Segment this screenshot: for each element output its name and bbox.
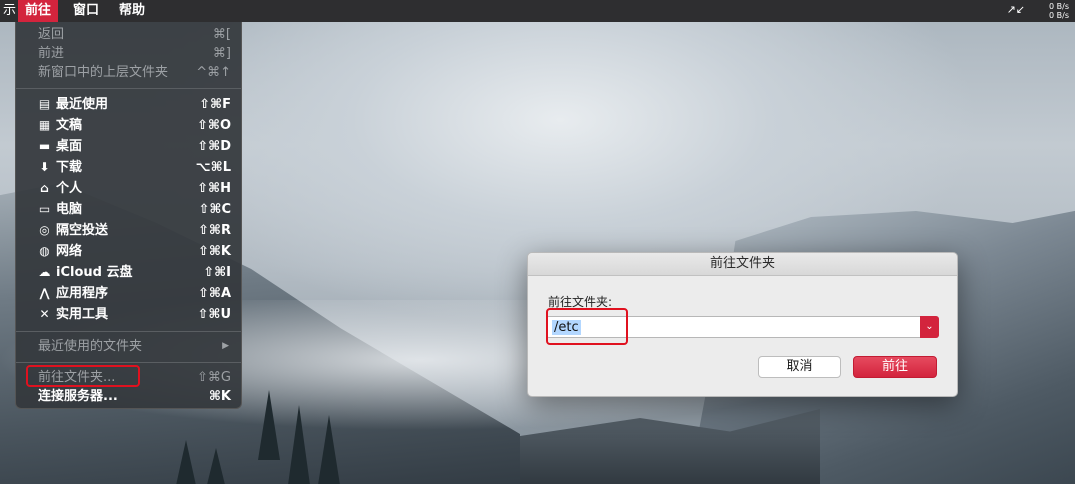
- menu-item-label: 前进: [38, 46, 65, 61]
- tree: [258, 390, 280, 460]
- menu-item-label: 最近使用: [56, 97, 109, 112]
- menu-bar: 示 前往 窗口 帮助 ↗↙ 0 B/s 0 B/s: [0, 0, 1075, 22]
- menu-item-icloud[interactable]: ☁ iCloud 云盘 ⇧⌘I: [16, 262, 241, 283]
- menu-item-shortcut: ⇧⌘F: [199, 97, 231, 112]
- menu-item-shortcut: ⌘K: [208, 389, 231, 404]
- menu-item-shortcut: ⇧⌘A: [197, 286, 231, 301]
- airdrop-icon: ◎: [39, 223, 50, 237]
- menu-item-shortcut: ⌘]: [212, 46, 231, 61]
- menu-item-desktop[interactable]: ▬ 桌面 ⇧⌘D: [16, 136, 241, 157]
- net-download-speed: 0 B/s: [1049, 11, 1069, 20]
- highlight-box-go-to-folder: [26, 365, 140, 387]
- menu-item-computer[interactable]: ▭ 电脑 ⇧⌘C: [16, 199, 241, 220]
- menu-item-enclosing-folder[interactable]: 新窗口中的上层文件夹 ^⌘↑: [16, 62, 241, 83]
- menu-item-downloads[interactable]: ⬇ 下载 ⌥⌘L: [16, 157, 241, 178]
- menu-item-documents[interactable]: ▦ 文稿 ⇧⌘O: [16, 115, 241, 136]
- menubar-item-window[interactable]: 窗口: [66, 0, 106, 22]
- menu-item-label: 网络: [56, 244, 83, 259]
- menu-item-network[interactable]: ◍ 网络 ⇧⌘K: [16, 241, 241, 262]
- menu-item-label: 连接服务器...: [38, 389, 118, 404]
- menubar-item-help[interactable]: 帮助: [112, 0, 152, 22]
- tree: [175, 440, 197, 484]
- menu-item-shortcut: ⇧⌘H: [197, 181, 231, 196]
- submenu-arrow-icon: ▶: [222, 341, 229, 351]
- network-activity-icon[interactable]: ↗↙: [1007, 3, 1025, 16]
- menu-item-label: iCloud 云盘: [56, 265, 133, 280]
- dialog-title: 前往文件夹: [528, 253, 957, 276]
- menu-separator: [16, 331, 241, 332]
- computer-icon: ▭: [38, 202, 51, 216]
- menu-item-forward[interactable]: 前进 ⌘]: [16, 43, 241, 64]
- menu-item-shortcut: ⇧⌘O: [196, 118, 231, 133]
- go-to-folder-dialog: 前往文件夹 前往文件夹: /etc ⌄ 取消 前往: [527, 252, 958, 397]
- menu-item-shortcut: ⇧⌘K: [197, 244, 231, 259]
- menu-item-label: 电脑: [56, 202, 83, 217]
- menu-item-shortcut: ⇧⌘I: [203, 265, 231, 280]
- menu-item-shortcut: ^⌘↑: [196, 65, 231, 80]
- menu-item-connect-server[interactable]: 连接服务器... ⌘K: [16, 386, 241, 407]
- applications-icon: ⋀: [39, 286, 50, 300]
- recents-icon: ▤: [38, 97, 51, 111]
- menu-item-shortcut: ⇧⌘C: [198, 202, 232, 217]
- highlight-box-path: [546, 308, 628, 345]
- menu-item-label: 隔空投送: [56, 223, 109, 238]
- menu-item-shortcut: ⇧⌘D: [197, 139, 231, 154]
- menu-item-shortcut: ⇧⌘R: [198, 223, 231, 238]
- cancel-button[interactable]: 取消: [758, 356, 841, 378]
- menu-item-shortcut: ⇧⌘G: [197, 370, 231, 385]
- menu-item-shortcut: ⌘[: [212, 27, 231, 42]
- menu-item-label: 返回: [38, 27, 65, 42]
- menu-item-back[interactable]: 返回 ⌘[: [16, 24, 241, 45]
- tree: [318, 415, 340, 484]
- desktop-icon: ▬: [38, 139, 51, 153]
- tree: [205, 448, 227, 484]
- menu-separator: [16, 362, 241, 363]
- chevron-down-icon[interactable]: ⌄: [920, 316, 939, 338]
- menu-item-recents[interactable]: ▤ 最近使用 ⇧⌘F: [16, 94, 241, 115]
- menu-item-shortcut: ⇧⌘U: [197, 307, 231, 322]
- menu-item-recent-folders[interactable]: 最近使用的文件夹 ▶: [16, 336, 241, 357]
- net-upload-speed: 0 B/s: [1049, 2, 1069, 11]
- menu-item-applications[interactable]: ⋀ 应用程序 ⇧⌘A: [16, 283, 241, 304]
- home-icon: ⌂: [40, 181, 49, 195]
- go-menu: 返回 ⌘[ 前进 ⌘] 新窗口中的上层文件夹 ^⌘↑ ▤ 最近使用 ⇧⌘F ▦ …: [15, 22, 242, 409]
- menu-item-label: 文稿: [56, 118, 83, 133]
- network-icon: ◍: [39, 244, 50, 258]
- downloads-icon: ⬇: [39, 160, 50, 174]
- menu-item-label: 下载: [56, 160, 83, 175]
- documents-icon: ▦: [38, 118, 51, 132]
- network-speed[interactable]: 0 B/s 0 B/s: [1049, 2, 1069, 20]
- go-button[interactable]: 前往: [853, 356, 937, 378]
- icloud-icon: ☁: [38, 265, 51, 279]
- menu-item-utilities[interactable]: ✕ 实用工具 ⇧⌘U: [16, 304, 241, 325]
- tree: [288, 405, 310, 484]
- menu-item-label: 实用工具: [56, 307, 109, 322]
- menu-item-home[interactable]: ⌂ 个人 ⇧⌘H: [16, 178, 241, 199]
- menu-separator: [16, 88, 241, 89]
- utilities-icon: ✕: [39, 307, 50, 321]
- menu-item-label: 应用程序: [56, 286, 109, 301]
- menu-item-label: 新窗口中的上层文件夹: [38, 65, 169, 80]
- menu-item-label: 个人: [56, 181, 83, 196]
- menu-item-airdrop[interactable]: ◎ 隔空投送 ⇧⌘R: [16, 220, 241, 241]
- menubar-item-go[interactable]: 前往: [18, 0, 59, 22]
- menu-item-label: 最近使用的文件夹: [38, 339, 143, 354]
- menu-item-label: 桌面: [56, 139, 83, 154]
- menu-item-shortcut: ⌥⌘L: [195, 160, 231, 175]
